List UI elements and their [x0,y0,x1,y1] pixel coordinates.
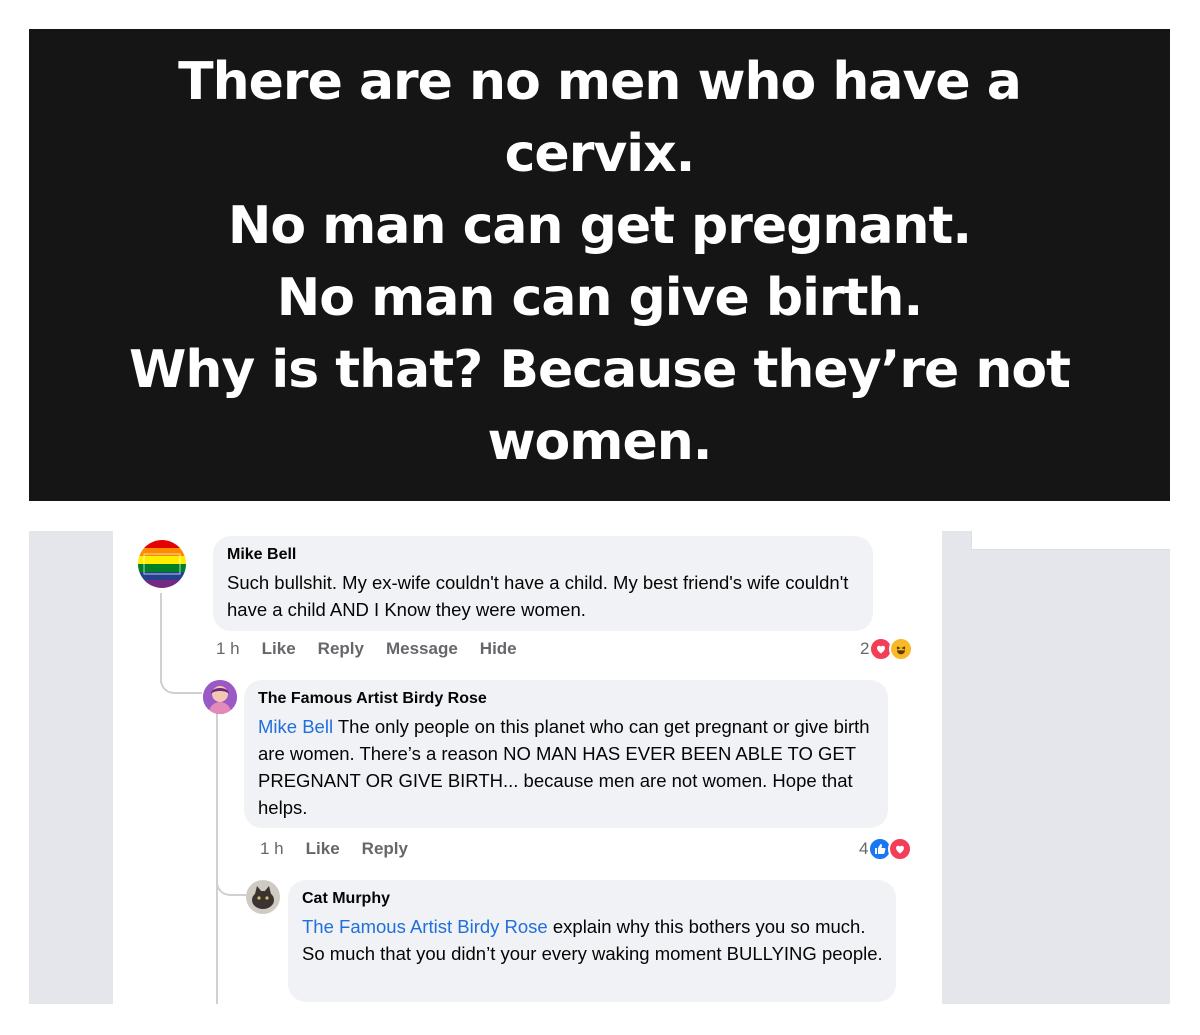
reaction-summary[interactable]: 2 [860,637,914,661]
person-avatar-icon [203,680,237,714]
haha-icon [889,637,914,661]
thread-line [216,709,218,1004]
comments-panel: Mike Bell Such bullshit. My ex-wife coul… [113,531,942,1004]
comment-author[interactable]: Mike Bell [227,545,861,565]
comment-body: The only people on this planet who can g… [258,716,870,818]
avatar[interactable] [246,880,280,914]
reaction-summary[interactable]: 4 [859,837,913,861]
comment-text: Mike Bell The only people on this planet… [258,713,876,821]
quote-image: There are no men who have a cervix. No m… [29,29,1170,501]
message-button[interactable]: Message [386,639,458,659]
thread-connector [216,863,246,896]
comment-author[interactable]: The Famous Artist Birdy Rose [258,689,876,709]
thread-connector [160,661,202,694]
comment-author[interactable]: Cat Murphy [302,889,884,909]
comment-timestamp[interactable]: 1 h [260,839,284,859]
comment-actions: 1 h Like Reply Message Hide [216,639,539,659]
love-icon [888,837,913,861]
mention-link[interactable]: The Famous Artist Birdy Rose [302,916,548,937]
avatar[interactable] [203,680,237,714]
mention-link[interactable]: Mike Bell [258,716,333,737]
comment-text: The Famous Artist Birdy Rose explain why… [302,913,884,967]
reaction-count: 2 [860,639,870,658]
reply-button[interactable]: Reply [362,839,408,859]
avatar[interactable] [138,540,186,588]
comment-actions: 1 h Like Reply [260,839,430,859]
like-button[interactable]: Like [262,639,296,659]
like-button[interactable]: Like [306,839,340,859]
comment-bubble: Mike Bell Such bullshit. My ex-wife coul… [213,536,873,631]
reaction-count: 4 [859,839,869,858]
quote-text: There are no men who have a cervix. No m… [129,52,1071,472]
reply-button[interactable]: Reply [318,639,364,659]
hide-button[interactable]: Hide [480,639,517,659]
rainbow-avatar-icon [138,540,186,588]
comment-bubble: The Famous Artist Birdy Rose Mike Bell T… [244,680,888,828]
comment-timestamp[interactable]: 1 h [216,639,240,659]
comment-bubble: Cat Murphy The Famous Artist Birdy Rose … [288,880,896,1002]
comment-text: Such bullshit. My ex-wife couldn't have … [227,572,849,620]
sidebar-card [971,531,1170,550]
cat-avatar-icon [246,880,280,914]
comments-screenshot: Mike Bell Such bullshit. My ex-wife coul… [29,531,1170,1004]
